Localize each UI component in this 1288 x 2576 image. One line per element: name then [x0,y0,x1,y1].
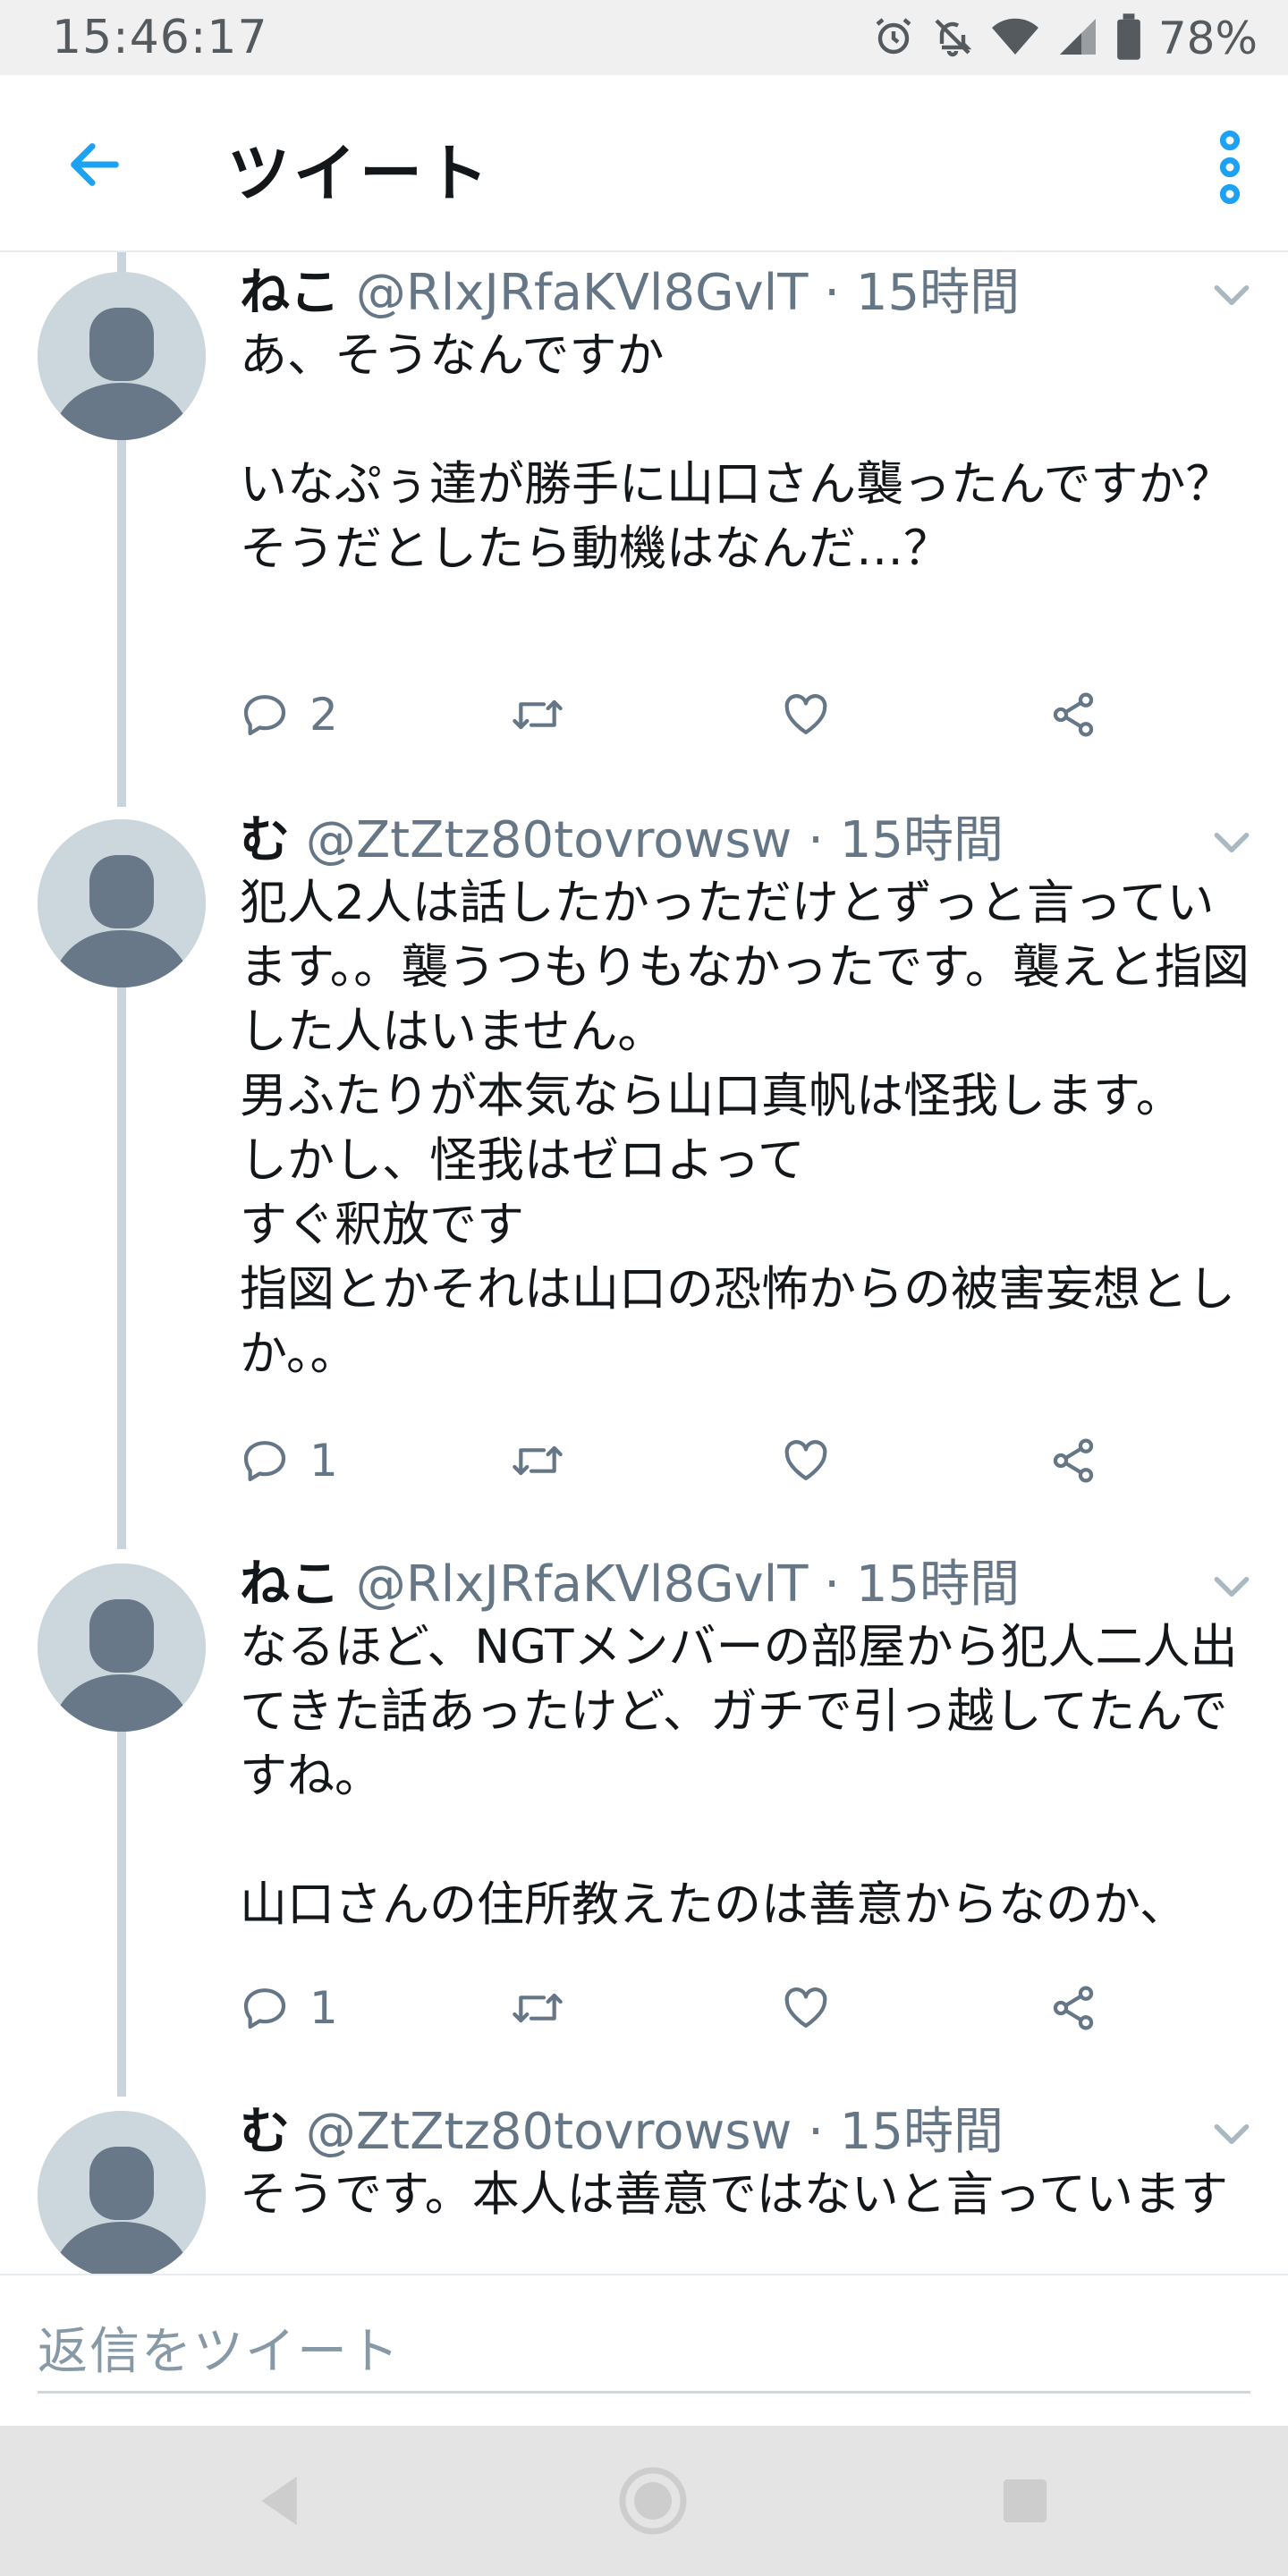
reply-count: 1 [309,1982,338,2034]
share-icon [1053,692,1094,737]
recents-square-icon [1003,2479,1047,2523]
battery-icon [1115,13,1142,64]
share-icon [1053,1438,1094,1483]
tweet[interactable]: む @ZtZtz80tovrowsw · 15時間 そうです。本人は善意ではない… [0,2091,1288,2274]
reply-icon [243,1988,286,2029]
nav-back-button[interactable] [243,2465,315,2537]
nav-home-button[interactable] [617,2465,689,2537]
tweet-timestamp: · 15時間 [808,2103,1004,2161]
avatar[interactable] [38,819,206,987]
avatar[interactable] [38,1563,206,1732]
retweet-icon [513,1993,563,2023]
tweet[interactable]: ねこ @RlxJRfaKVl8GvlT · 15時間 なるほど、NGTメンバーの… [0,1544,1288,2091]
author-handle[interactable]: @RlxJRfaKVl8GvlT [356,264,809,322]
reply-button[interactable]: 2 [240,679,338,750]
reply-icon [243,695,286,736]
status-icons: 78% [872,11,1258,66]
author-name[interactable]: ねこ [240,1555,340,1614]
chevron-down-icon [1214,284,1250,306]
tweet-actions: 1 [240,1972,1134,2044]
author-name[interactable]: む [240,2103,290,2161]
reply-count: 2 [309,689,338,741]
tweet-options-button[interactable] [1209,1569,1254,1605]
like-button[interactable] [781,679,831,750]
tweet-timestamp: · 15時間 [824,264,1021,322]
heart-icon [784,694,827,734]
reply-icon [243,1441,286,1482]
tweet[interactable]: ねこ @RlxJRfaKVl8GvlT · 15時間 あ、そうなんですか いなぷ… [0,252,1288,800]
tweet-text: あ、そうなんですか いなぷぅ達が勝手に山口さん襲ったんですか？ そうだとしたら動… [240,328,1233,576]
retweet-icon [513,1445,563,1476]
arrow-left-icon [71,143,119,186]
tweet-options-button[interactable] [1209,277,1254,313]
tweet-options-button[interactable] [1209,2116,1254,2152]
author-handle[interactable]: @ZtZtz80tovrowsw [306,2103,792,2161]
default-avatar-icon [38,2111,206,2274]
alarm-icon [872,15,915,62]
author-handle[interactable]: @RlxJRfaKVl8GvlT [356,1555,809,1614]
more-vertical-icon [1219,130,1241,205]
tweet-text: なるほど、NGTメンバーの部屋から犯人二人出てきた話あったけど、ガチで引っ越して… [240,1620,1238,1932]
chevron-down-icon [1214,1576,1250,1597]
chevron-down-icon [1214,832,1250,853]
nav-recents-button[interactable] [989,2465,1061,2537]
share-button[interactable] [1048,1972,1098,2044]
chevron-down-icon [1214,2123,1250,2145]
app-bar: ツイート [0,75,1288,252]
tweet[interactable]: む @ZtZtz80tovrowsw · 15時間 犯人2人は話したかっただけと… [0,800,1288,1544]
author-handle[interactable]: @ZtZtz80tovrowsw [306,811,792,869]
tweet-timestamp: · 15時間 [824,1555,1021,1614]
like-button[interactable] [781,1425,831,1496]
tweet-header: む @ZtZtz80tovrowsw · 15時間 [240,809,1004,872]
conversation-timeline[interactable]: ねこ @RlxJRfaKVl8GvlT · 15時間 あ、そうなんですか いなぷ… [0,252,1288,2274]
tweet-header: む @ZtZtz80tovrowsw · 15時間 [240,2101,1004,2164]
tweet-header: ねこ @RlxJRfaKVl8GvlT · 15時間 [240,262,1020,325]
like-button[interactable] [781,1972,831,2044]
tweet-header: ねこ @RlxJRfaKVl8GvlT · 15時間 [240,1554,1020,1616]
tweet-timestamp: · 15時間 [808,811,1004,869]
reply-composer: 返信をツイート [0,2274,1288,2426]
default-avatar-icon [38,272,206,440]
author-name[interactable]: ねこ [240,264,340,322]
retweet-icon [513,699,563,730]
tweet-actions: 2 [240,679,1134,750]
share-button[interactable] [1048,1425,1098,1496]
mute-icon [931,15,974,62]
retweet-button[interactable] [508,1972,567,2044]
more-options-button[interactable] [1208,127,1252,208]
heart-icon [784,1987,827,2028]
share-icon [1053,1986,1094,2030]
back-triangle-icon [261,2476,297,2526]
reply-input[interactable]: 返信をツイート [38,2311,1250,2394]
status-bar: 15:46:17 78% [0,0,1288,75]
retweet-button[interactable] [508,1425,567,1496]
page-title: ツイート [227,137,492,210]
tweet-text: 犯人2人は話したかっただけとずっと言っています。。襲うつもりもなかったです。襲え… [240,876,1250,1381]
system-nav-bar [0,2426,1288,2576]
tweet-options-button[interactable] [1209,825,1254,860]
home-circle-icon [619,2467,687,2535]
share-button[interactable] [1048,679,1098,750]
signal-icon [1056,15,1099,62]
retweet-button[interactable] [508,679,567,750]
heart-icon [784,1440,827,1480]
default-avatar-icon [38,1563,206,1732]
battery-percentage: 78% [1157,13,1258,64]
back-button[interactable] [59,129,131,200]
avatar[interactable] [38,272,206,440]
reply-button[interactable]: 1 [240,1425,338,1496]
status-time: 15:46:17 [52,11,268,64]
reply-button[interactable]: 1 [240,1972,338,2044]
avatar[interactable] [38,2111,206,2274]
wifi-icon [990,15,1040,62]
reply-count: 1 [309,1435,338,1487]
tweet-text: そうです。本人は善意ではないと言っています [240,2167,1229,2222]
default-avatar-icon [38,819,206,987]
tweet-actions: 1 [240,1425,1134,1496]
author-name[interactable]: む [240,811,290,869]
